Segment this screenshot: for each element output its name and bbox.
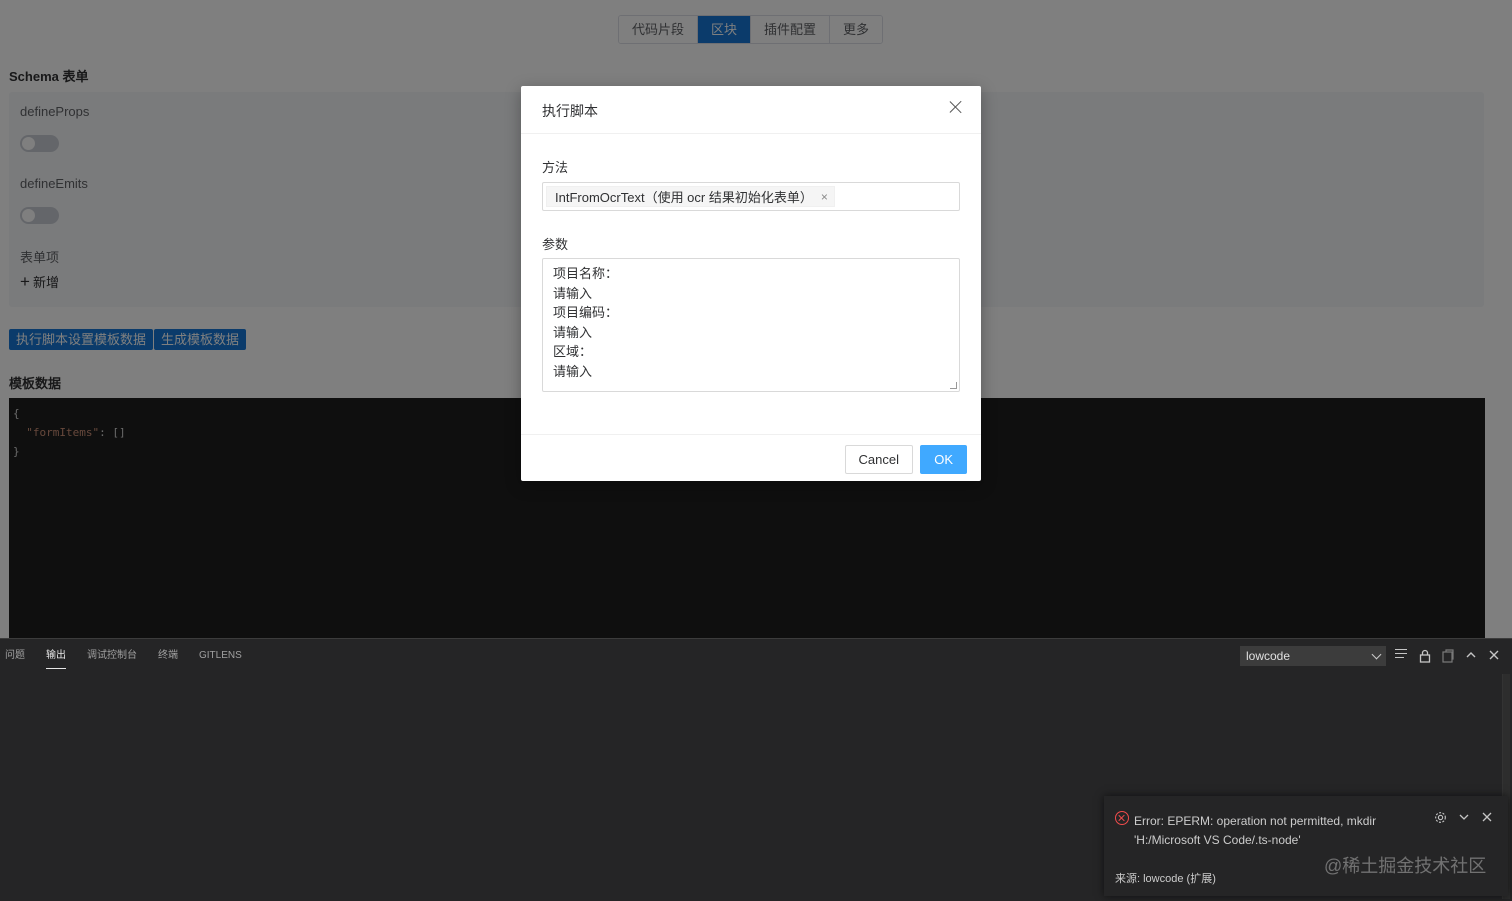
error-icon	[1115, 811, 1129, 825]
method-tag-label: IntFromOcrText（使用 ocr 结果初始化表单）	[555, 190, 813, 205]
param-line: 区域：	[553, 344, 593, 359]
close-panel-icon[interactable]	[1487, 649, 1501, 663]
param-line: 请输入	[553, 324, 593, 340]
panel-tab-problems[interactable]: 问题	[5, 649, 25, 669]
exec-script-dialog: 执行脚本 方法 IntFromOcrText（使用 ocr 结果初始化表单） ×…	[521, 86, 981, 481]
word-wrap-icon[interactable]	[1395, 649, 1409, 663]
method-label: 方法	[542, 160, 569, 175]
params-textarea[interactable]: 项目名称： 请输入 项目编码： 请输入 区域： 请输入	[542, 258, 960, 392]
gear-icon[interactable]	[1434, 811, 1447, 827]
tag-close-icon[interactable]: ×	[821, 190, 828, 204]
notification-message-line1: Error: EPERM: operation not permitted, m…	[1134, 814, 1377, 828]
clear-output-icon[interactable]	[1441, 649, 1455, 663]
lock-icon[interactable]	[1418, 649, 1432, 663]
dialog-title: 执行脚本	[542, 103, 598, 119]
watermark: @稀土掘金技术社区	[1324, 856, 1487, 876]
error-notification: Error: EPERM: operation not permitted, m…	[1104, 796, 1508, 896]
param-line: 项目名称：	[553, 266, 619, 281]
close-icon[interactable]	[949, 100, 963, 114]
notification-message-line2: 'H:/Microsoft VS Code/.ts-node'	[1134, 833, 1301, 847]
maximize-panel-icon[interactable]	[1464, 649, 1478, 663]
panel-tab-debug-console[interactable]: 调试控制台	[87, 649, 137, 669]
params-label: 参数	[542, 237, 569, 252]
dialog-header: 执行脚本	[521, 86, 981, 134]
resize-grip-icon[interactable]	[950, 382, 957, 389]
output-channel-value: lowcode	[1246, 649, 1291, 663]
dialog-footer: Cancel OK	[521, 434, 981, 481]
panel-tab-output[interactable]: 输出	[46, 649, 66, 669]
param-line: 请输入	[553, 363, 593, 379]
panel-tabs: 问题 输出 调试控制台 终端 GITLENS	[5, 649, 263, 669]
cancel-button[interactable]: Cancel	[844, 445, 913, 474]
notification-source: 来源: lowcode (扩展)	[1115, 873, 1216, 885]
param-line: 请输入	[553, 285, 593, 301]
notification-message: Error: EPERM: operation not permitted, m…	[1134, 812, 1424, 850]
output-channel-select[interactable]: lowcode	[1240, 646, 1386, 666]
method-select[interactable]: IntFromOcrText（使用 ocr 结果初始化表单） ×	[542, 182, 960, 211]
chevron-down-icon[interactable]	[1458, 811, 1470, 826]
param-line: 项目编码：	[553, 305, 619, 320]
panel-tab-terminal[interactable]: 终端	[158, 649, 178, 669]
close-notification-icon[interactable]	[1481, 811, 1493, 826]
ok-button[interactable]: OK	[920, 445, 967, 474]
chevron-down-icon	[1371, 649, 1382, 660]
panel-tab-gitlens[interactable]: GITLENS	[199, 649, 242, 669]
method-tag: IntFromOcrText（使用 ocr 结果初始化表单） ×	[546, 186, 835, 207]
